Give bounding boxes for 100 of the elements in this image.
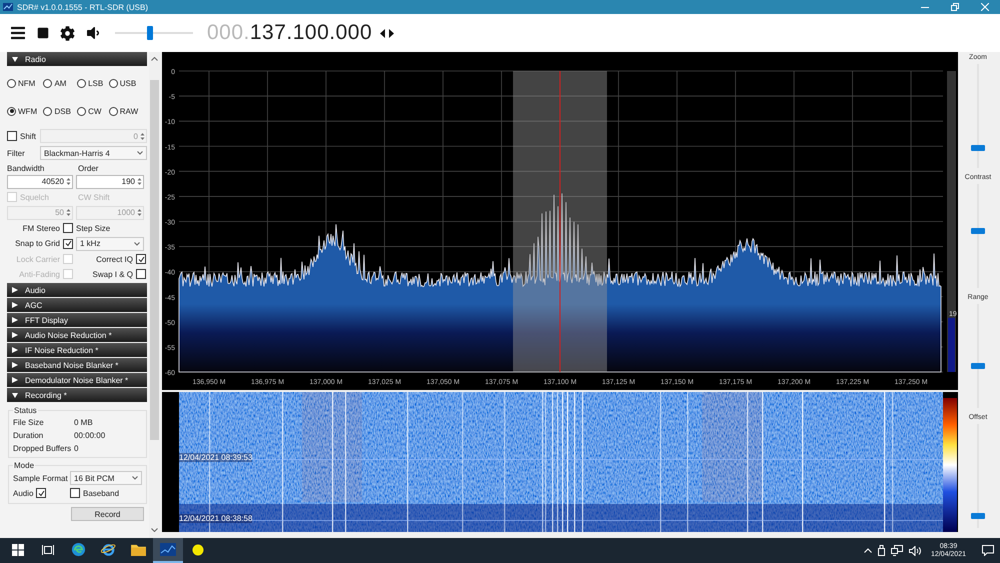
dropdown[interactable]: Blackman-Harris 4 (40, 146, 147, 160)
frequency-display[interactable]: 137.100.000 (250, 21, 372, 45)
checkbox-label: Lock Carrier (16, 254, 60, 264)
scrollbar-thumb[interactable] (150, 80, 159, 440)
vertical-slider[interactable] (970, 304, 986, 408)
collapsed-triangle-icon (12, 302, 18, 308)
mode-radio-button[interactable]: RAW (108, 106, 147, 116)
spinner-arrows-icon[interactable] (66, 208, 71, 217)
notification-icon[interactable] (982, 545, 994, 556)
checkbox[interactable] (70, 488, 80, 498)
stat-value: 00:00:00 (74, 430, 106, 440)
spinner-arrows-icon[interactable] (66, 177, 71, 186)
vertical-slider[interactable] (970, 64, 986, 168)
frequency-prefix: 000. (207, 21, 250, 45)
number-field[interactable]: 190 (76, 174, 144, 188)
section-header[interactable]: IF Noise Reduction * (7, 343, 147, 357)
section-header[interactable]: Audio (7, 283, 147, 297)
section-title: Radio (25, 54, 46, 64)
section-title: Demodulator Noise Blanker * (25, 376, 128, 384)
section-title: Audio Noise Reduction * (25, 330, 112, 340)
volume-slider[interactable] (115, 24, 193, 42)
section-title: AGC (25, 300, 42, 310)
section-header[interactable]: Recording * (7, 388, 147, 402)
slider-thumb[interactable] (971, 228, 985, 234)
left-right-arrows-icon[interactable] (380, 28, 394, 38)
number-field[interactable]: 40520 (7, 174, 73, 188)
close-icon (981, 3, 989, 11)
ball-icon (192, 544, 204, 556)
dropdown[interactable]: 16 Bit PCM (70, 471, 142, 485)
vertical-slider[interactable] (970, 424, 986, 528)
section-header[interactable]: FFT Display (7, 313, 147, 327)
task-view-icon (42, 544, 54, 556)
field-label: Bandwidth (7, 164, 44, 172)
collapsed-triangle-icon (12, 347, 18, 353)
field-label: Sample Format (13, 474, 68, 482)
filter-band[interactable] (513, 71, 607, 372)
checkbox[interactable] (63, 238, 73, 248)
record-button[interactable]: Record (71, 507, 144, 521)
mode-radio-button[interactable]: CW (77, 106, 106, 116)
slider-thumb[interactable] (971, 145, 985, 152)
windows-logo-icon (12, 544, 24, 556)
app-window-icon (160, 543, 176, 556)
slider-thumb[interactable] (971, 362, 985, 369)
speaker-icon[interactable] (84, 24, 101, 42)
chevron-up-icon[interactable] (864, 548, 872, 553)
checkbox[interactable] (63, 223, 73, 233)
field-label: Step Size (76, 224, 110, 232)
stat-value: 0 (74, 444, 78, 452)
chevron-down-icon (137, 151, 143, 155)
usb-drive-icon[interactable] (878, 545, 885, 556)
checkbox-label: FM Stereo (22, 224, 60, 232)
waterfall-timestamp: 12/04/2021 08:38:58 (179, 514, 252, 523)
mode-radio-button[interactable]: DSB (43, 106, 74, 116)
vertical-slider[interactable] (970, 184, 986, 288)
collapsed-triangle-icon (12, 287, 18, 293)
check-mark-icon (138, 256, 144, 262)
stat-value: 0 MB (74, 418, 93, 426)
check-mark-icon (64, 240, 72, 247)
settings-icon[interactable] (59, 24, 76, 42)
section-title: IF Noise Reduction * (25, 346, 98, 354)
scroll-up-icon[interactable] (150, 54, 159, 63)
section-header[interactable]: Demodulator Noise Blanker * (7, 373, 147, 387)
collapsed-triangle-icon (12, 332, 18, 338)
checkbox[interactable] (36, 488, 46, 498)
slider-thumb[interactable] (971, 513, 985, 520)
network-icon[interactable] (890, 545, 903, 556)
section-header[interactable]: Radio (7, 52, 147, 66)
mode-radio-button[interactable]: WFM (7, 106, 40, 116)
mode-radio-button[interactable]: LSB (77, 78, 106, 88)
check-mark-icon (38, 490, 45, 496)
mode-radio-button[interactable]: USB (108, 78, 147, 88)
field-label: Filter (7, 148, 25, 158)
collapsed-triangle-icon (12, 377, 18, 383)
stat-label: Duration (13, 430, 44, 440)
checkbox-label: Baseband (83, 488, 120, 498)
dropdown[interactable]: 1 kHz (76, 236, 144, 250)
checkbox[interactable] (136, 269, 146, 279)
mode-radio-button[interactable]: AM (43, 78, 74, 88)
field-label: CW Shift (78, 192, 110, 202)
section-header[interactable]: AGC (7, 298, 147, 312)
mode-radio-button[interactable]: NFM (7, 78, 40, 88)
section-header[interactable]: Baseband Noise Blanker * (7, 358, 147, 372)
field-label: Order (78, 164, 98, 172)
checkbox[interactable] (7, 131, 17, 141)
spinner-arrows-icon[interactable] (140, 132, 145, 140)
section-header[interactable]: Audio Noise Reduction * (7, 328, 147, 342)
section-title: Recording * (25, 390, 67, 400)
section-title: FFT Display (25, 316, 68, 324)
window-title: SDR# v1.0.0.1555 - RTL-SDR (USB) (17, 2, 150, 12)
slider-thumb[interactable] (147, 26, 154, 40)
volume-icon[interactable] (908, 546, 921, 556)
menu-icon[interactable] (9, 24, 26, 42)
spinner-arrows-icon[interactable] (137, 177, 142, 186)
checkbox-label: Snap to Grid (15, 239, 60, 248)
checkbox[interactable] (136, 254, 146, 264)
browser-ring-icon (100, 542, 116, 557)
browser-swirl-icon (70, 542, 86, 557)
group-title: Mode (13, 461, 36, 470)
expanded-triangle-icon (12, 392, 18, 398)
scroll-down-icon[interactable] (150, 525, 159, 534)
